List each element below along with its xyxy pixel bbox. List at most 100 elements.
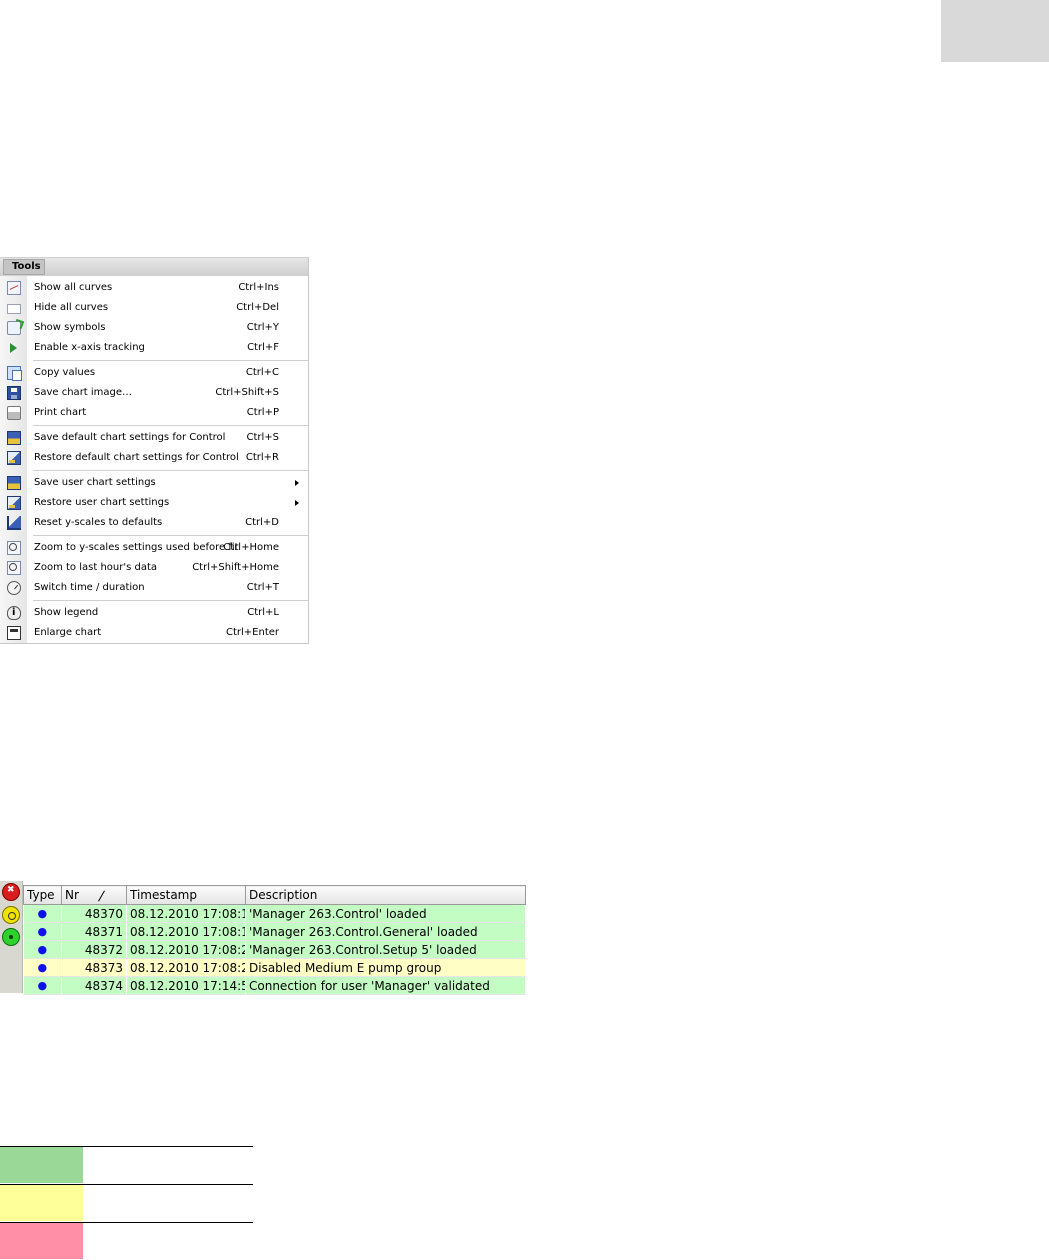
menu-item-shortcut: Ctrl+Shift+Home (192, 562, 279, 573)
info-icon (7, 603, 21, 623)
menu-item-switch-time-duration[interactable]: Switch time / duration Ctrl+T (0, 578, 308, 598)
table-row[interactable]: ● 48373 08.12.2010 17:08:26 Disabled Med… (23, 958, 526, 977)
menu-item-label: Zoom to y-scales settings used before fi… (34, 542, 239, 553)
menu-item-label: Enlarge chart (34, 627, 102, 638)
column-header-description[interactable]: Description (245, 885, 526, 905)
column-header-type[interactable]: Type (23, 885, 62, 905)
menu-item-label: Print chart (34, 407, 87, 418)
column-header-nr[interactable]: Nr (61, 885, 127, 905)
menu-item-label: Save user chart settings (34, 477, 156, 488)
sort-indicator-icon (97, 890, 107, 902)
menu-item-shortcut: Ctrl+Shift+S (215, 387, 279, 398)
column-header-label: Description (249, 888, 318, 902)
copy-icon (7, 366, 22, 381)
menu-title-tools[interactable]: Tools (3, 259, 45, 275)
menu-item-restore-user-settings[interactable]: Restore user chart settings (0, 493, 308, 513)
submenu-arrow-icon (295, 500, 299, 506)
error-icon[interactable] (2, 883, 20, 901)
menu-item-save-default-settings[interactable]: Save default chart settings for Control … (0, 428, 308, 448)
menu-item-label: Show all curves (34, 282, 113, 293)
event-description: 'Manager 263.Control' loaded (245, 904, 526, 923)
menu-separator (33, 470, 308, 471)
play-icon (10, 343, 17, 353)
menu-item-enable-x-axis-tracking[interactable]: Enable x-axis tracking Ctrl+F (0, 338, 308, 358)
menu-item-shortcut: Ctrl+C (245, 367, 279, 378)
menu-item-shortcut: Ctrl+S (246, 432, 279, 443)
menu-item-shortcut: Ctrl+Del (236, 302, 279, 313)
menu-item-label: Reset y-scales to defaults (34, 517, 163, 528)
submenu-arrow-icon (295, 480, 299, 486)
menu-item-hide-all-curves[interactable]: Hide all curves Ctrl+Del (0, 298, 308, 318)
table-row[interactable]: ● 48371 08.12.2010 17:08:16 'Manager 263… (23, 922, 526, 941)
column-header-label: Timestamp (130, 888, 197, 902)
menu-item-shortcut: Ctrl+Enter (225, 627, 279, 638)
tools-menu: Tools Show all curves Ctrl+Ins Hide all … (0, 257, 309, 644)
color-swatch-red (0, 1223, 83, 1259)
type-dot-icon: ● (23, 904, 62, 923)
menu-item-save-chart-image[interactable]: Save chart image… Ctrl+Shift+S (0, 383, 308, 403)
menu-item-save-user-settings[interactable]: Save user chart settings (0, 473, 308, 493)
menu-item-print-chart[interactable]: Print chart Ctrl+P (0, 403, 308, 423)
table-header-row: Type Nr Timestamp Description (23, 885, 526, 905)
menu-item-shortcut: Ctrl+L (247, 607, 279, 618)
menu-separator (33, 600, 308, 601)
menu-item-show-symbols[interactable]: Show symbols Ctrl+Y (0, 318, 308, 338)
table-row[interactable]: ● 48372 08.12.2010 17:08:25 'Manager 263… (23, 940, 526, 959)
color-swatch-yellow (0, 1185, 83, 1221)
save-chart-icon (7, 476, 21, 490)
table-row[interactable]: ● 48370 08.12.2010 17:08:15 'Manager 263… (23, 904, 526, 923)
event-nr: 48370 (61, 904, 127, 923)
menu-item-show-all-curves[interactable]: Show all curves Ctrl+Ins (0, 278, 308, 298)
menu-item-show-legend[interactable]: Show legend Ctrl+L (0, 603, 308, 623)
menu-item-label: Restore default chart settings for Contr… (34, 452, 239, 463)
menu-item-zoom-last-hour[interactable]: Zoom to last hour's data Ctrl+Shift+Home (0, 558, 308, 578)
menu-item-restore-default-settings[interactable]: Restore default chart settings for Contr… (0, 448, 308, 468)
menu-item-copy-values[interactable]: Copy values Ctrl+C (0, 363, 308, 383)
menu-item-reset-y-scales[interactable]: Reset y-scales to defaults Ctrl+D (0, 513, 308, 533)
printer-icon (7, 406, 21, 420)
clock-icon (7, 581, 21, 595)
menu-item-shortcut: Ctrl+D (245, 517, 279, 528)
legend-row-red (0, 1222, 253, 1260)
zoom-icon (7, 541, 21, 555)
save-chart-icon (7, 431, 21, 445)
menu-separator (33, 535, 308, 536)
color-swatch-green (0, 1147, 83, 1183)
menu-item-shortcut: Ctrl+Ins (238, 282, 279, 293)
menu-item-shortcut: Ctrl+Home (223, 542, 279, 553)
menu-item-label: Switch time / duration (34, 582, 145, 593)
reset-scales-icon (7, 516, 21, 530)
menu-item-shortcut: Ctrl+F (247, 342, 279, 353)
save-icon (7, 386, 21, 400)
legend-row-green (0, 1146, 253, 1184)
status-filter-bar (0, 881, 23, 993)
menu-item-shortcut: Ctrl+Y (246, 322, 279, 333)
column-header-timestamp[interactable]: Timestamp (126, 885, 246, 905)
info-icon[interactable] (2, 928, 20, 946)
legend-row-yellow (0, 1184, 253, 1222)
color-legend (0, 1146, 253, 1260)
menu-bar: Tools (0, 257, 308, 276)
show-curves-icon (7, 281, 21, 295)
event-timestamp: 08.12.2010 17:14:57 (126, 976, 246, 995)
event-nr: 48372 (61, 940, 127, 959)
event-nr: 48371 (61, 922, 127, 941)
type-dot-icon: ● (23, 976, 62, 995)
menu-item-label: Show symbols (34, 322, 106, 333)
type-dot-icon: ● (23, 940, 62, 959)
event-description: Connection for user 'Manager' validated (245, 976, 526, 995)
event-timestamp: 08.12.2010 17:08:15 (126, 904, 246, 923)
table-row[interactable]: ● 48374 08.12.2010 17:14:57 Connection f… (23, 976, 526, 995)
menu-item-zoom-y-scales[interactable]: Zoom to y-scales settings used before fi… (0, 538, 308, 558)
menu-item-label: Save chart image… (34, 387, 133, 398)
menu-items: Show all curves Ctrl+Ins Hide all curves… (0, 278, 308, 643)
enlarge-icon (7, 626, 21, 640)
warning-icon[interactable] (2, 906, 20, 924)
menu-item-label: Show legend (34, 607, 99, 618)
zoom-icon (7, 561, 21, 575)
menu-item-enlarge-chart[interactable]: Enlarge chart Ctrl+Enter (0, 623, 308, 643)
menu-item-label: Zoom to last hour's data (34, 562, 158, 573)
event-nr: 48373 (61, 958, 127, 977)
menu-item-label: Hide all curves (34, 302, 109, 313)
event-timestamp: 08.12.2010 17:08:16 (126, 922, 246, 941)
